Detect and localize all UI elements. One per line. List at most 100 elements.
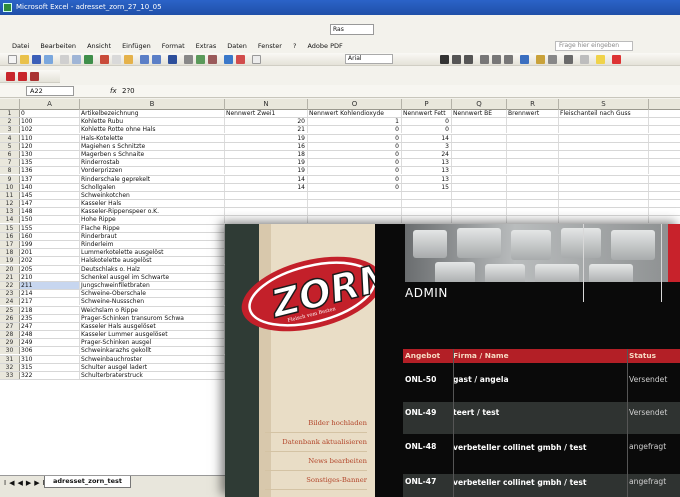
cell-p[interactable] — [402, 191, 452, 199]
cell-b[interactable]: Rinderschale geprekelt — [80, 175, 225, 183]
cell-p[interactable]: 15 — [402, 183, 452, 191]
row-number[interactable]: 24 — [0, 298, 20, 306]
cell-s[interactable] — [559, 167, 649, 175]
row-number[interactable]: 13 — [0, 208, 20, 216]
cell-o[interactable] — [308, 200, 402, 208]
row-number[interactable]: 5 — [0, 142, 20, 150]
menu-data[interactable]: Daten — [227, 40, 247, 52]
cell-b[interactable]: Kasseler Hals ausgelöset — [80, 322, 225, 330]
cell-s[interactable] — [559, 200, 649, 208]
cell-p[interactable] — [402, 208, 452, 216]
nav-edit-news[interactable]: News bearbeiten — [265, 452, 367, 471]
cell-s[interactable] — [559, 208, 649, 216]
menu-adobe-pdf[interactable]: Adobe PDF — [307, 40, 342, 52]
row-number[interactable]: 28 — [0, 331, 20, 339]
row-number[interactable]: 20 — [0, 265, 20, 273]
open-folder-icon[interactable] — [20, 55, 29, 64]
cell-a[interactable]: 249 — [20, 339, 80, 347]
cell-q[interactable] — [452, 191, 507, 199]
cell-a[interactable]: 0 — [20, 110, 80, 117]
table-row[interactable]: 1 0 Artikelbezeichnung Nennwert Zwei1 Nennwe… — [0, 110, 680, 119]
cell-r[interactable] — [507, 142, 559, 150]
cell-b[interactable]: Vorderprizzen — [80, 167, 225, 175]
row-number[interactable]: 26 — [0, 314, 20, 322]
row-number[interactable]: 1 — [0, 110, 20, 117]
formula-input[interactable]: 2?0 — [122, 85, 135, 98]
cell-r[interactable] — [507, 175, 559, 183]
cell-a[interactable]: 248 — [20, 331, 80, 339]
row-number[interactable]: 10 — [0, 183, 20, 191]
cell-q[interactable] — [452, 118, 507, 126]
row-number[interactable]: 9 — [0, 175, 20, 183]
save-icon[interactable] — [32, 55, 41, 64]
cell-q[interactable] — [452, 142, 507, 150]
cell-a[interactable]: 217 — [20, 298, 80, 306]
row-number[interactable]: 8 — [0, 167, 20, 175]
fill-color-icon[interactable] — [596, 55, 605, 64]
underline-icon[interactable] — [464, 55, 473, 64]
row-number[interactable]: 4 — [0, 134, 20, 142]
table-row[interactable]: 4 110 Hals-Kotelette 19 0 14 — [0, 134, 680, 143]
cell-b[interactable]: Schweinkarazhs gekollt — [80, 347, 225, 355]
menu-tools[interactable]: Extras — [196, 40, 217, 52]
cell-o[interactable]: 0 — [308, 159, 402, 167]
cell-a[interactable]: 160 — [20, 232, 80, 240]
row-number[interactable]: 19 — [0, 257, 20, 265]
decrease-indent-icon[interactable] — [564, 55, 573, 64]
cell-n[interactable]: 19 — [225, 159, 308, 167]
align-left-icon[interactable] — [480, 55, 489, 64]
row-number[interactable]: 30 — [0, 347, 20, 355]
cell-a[interactable]: 102 — [20, 126, 80, 134]
cell-b[interactable]: Schweinkotchen — [80, 191, 225, 199]
font-name-combo[interactable]: Arial — [345, 54, 393, 64]
cell-b[interactable]: Schweinbauchroster — [80, 355, 225, 363]
cell-b[interactable]: Halskotelette ausgelöst — [80, 257, 225, 265]
cell-n[interactable]: 21 — [225, 126, 308, 134]
cell-b[interactable]: Kohlette Rubu — [80, 118, 225, 126]
table-row[interactable]: ONL-48 verbeteller collinet gmbh / test … — [403, 438, 680, 472]
cell-n[interactable]: 19 — [225, 134, 308, 142]
zoom-icon[interactable] — [252, 55, 261, 64]
percent-icon[interactable] — [548, 55, 557, 64]
spellcheck-icon[interactable] — [84, 55, 93, 64]
cell-b[interactable]: Schweine-Oberschale — [80, 290, 225, 298]
nav-update-database[interactable]: Datenbank aktualisieren — [265, 433, 367, 452]
cell-b[interactable]: Schollgalen — [80, 183, 225, 191]
cell-q[interactable]: Nennwert BE — [452, 110, 507, 117]
cell-a[interactable]: 155 — [20, 224, 80, 232]
cell-r[interactable] — [507, 150, 559, 158]
cell-b[interactable]: Jungschweinfiletbraten — [80, 281, 225, 289]
column-header-s[interactable]: S — [559, 99, 649, 110]
cell-r[interactable]: Brennwert — [507, 110, 559, 117]
row-number[interactable]: 21 — [0, 273, 20, 281]
column-header-n[interactable]: N — [225, 99, 308, 110]
cell-r[interactable] — [507, 134, 559, 142]
cell-r[interactable] — [507, 191, 559, 199]
pdf-review-icon[interactable] — [30, 72, 39, 81]
cell-n[interactable]: 16 — [225, 142, 308, 150]
cell-s[interactable] — [559, 126, 649, 134]
sheet-tab-active[interactable]: adresset_zorn_test — [44, 476, 131, 488]
cell-n[interactable]: 18 — [225, 150, 308, 158]
cell-p[interactable] — [402, 200, 452, 208]
table-row[interactable]: 11 145 Schweinkotchen — [0, 191, 680, 201]
table-row[interactable]: 10 140 Schollgalen 14 0 15 — [0, 183, 680, 192]
cell-b[interactable]: Kasseler Lummer ausgelöset — [80, 331, 225, 339]
cell-n[interactable]: 14 — [225, 175, 308, 183]
table-row[interactable]: 13 148 Kasseler-Rippenspeer o.K. — [0, 208, 680, 217]
cell-o[interactable]: 0 — [308, 167, 402, 175]
row-number[interactable]: 16 — [0, 232, 20, 240]
cell-s[interactable] — [559, 150, 649, 158]
cell-s[interactable] — [559, 216, 649, 224]
cell-s[interactable] — [559, 134, 649, 142]
cell-q[interactable] — [452, 183, 507, 191]
cell-r[interactable] — [507, 118, 559, 126]
row-number[interactable]: 12 — [0, 200, 20, 208]
menu-file[interactable]: Datei — [12, 40, 29, 52]
row-number[interactable]: 15 — [0, 224, 20, 232]
cell-b[interactable]: Lummerkotelette ausgelöst — [80, 249, 225, 257]
col-header-status[interactable]: Status — [629, 349, 656, 363]
cell-s[interactable] — [559, 159, 649, 167]
table-row[interactable]: 2 100 Kohlette Rubu 20 1 0 — [0, 118, 680, 127]
cell-a[interactable]: 201 — [20, 249, 80, 257]
